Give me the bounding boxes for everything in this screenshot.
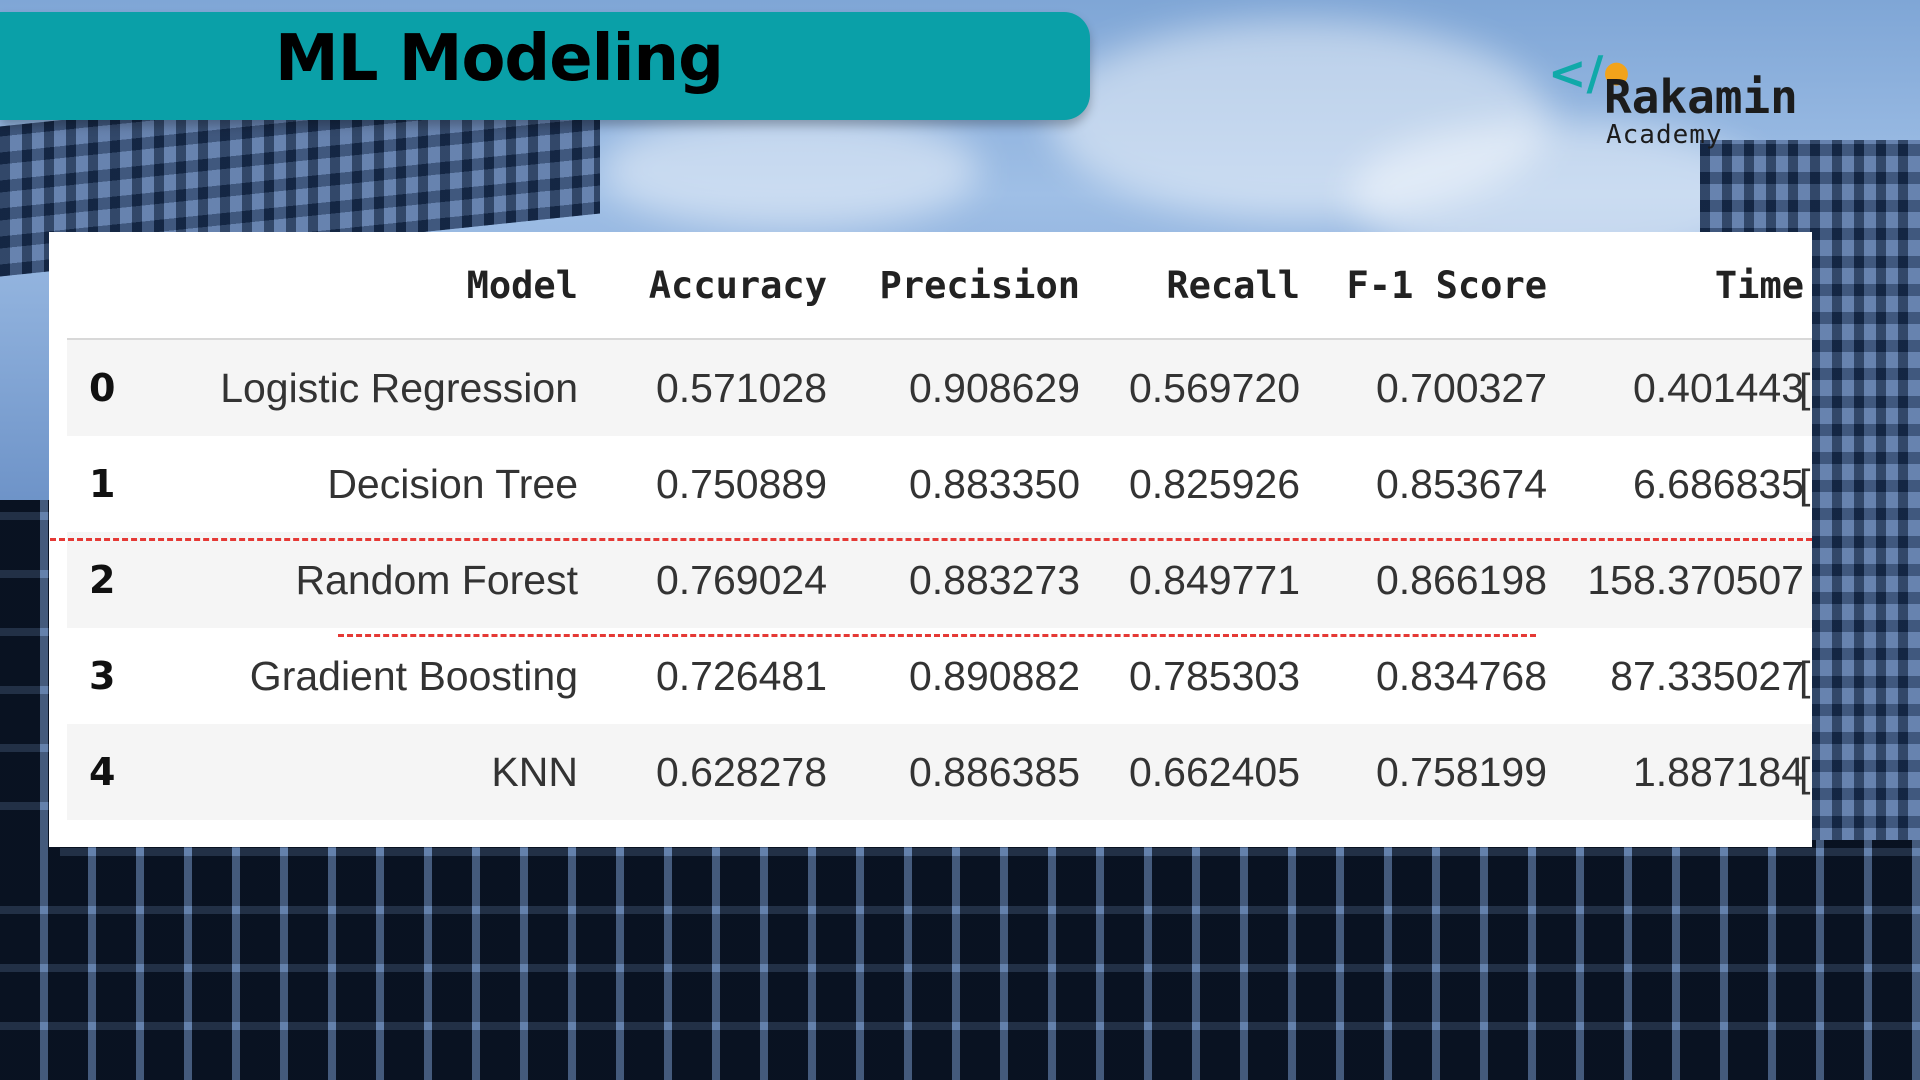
- table-row-highlighted: 2 Random Forest 0.769024 0.883273 0.8497…: [67, 532, 1812, 628]
- accuracy-cell: 0.769024: [655, 556, 827, 603]
- f1-cell: 0.866198: [1375, 556, 1547, 603]
- model-cell: Decision Tree: [327, 460, 578, 507]
- f1-cell: 0.834768: [1375, 652, 1547, 699]
- recall-cell: 0.569720: [1128, 364, 1300, 411]
- recall-cell: 0.662405: [1128, 748, 1300, 795]
- time-cell: 6.686835: [1632, 460, 1804, 507]
- truncated-column-cell: [: [1799, 652, 1811, 699]
- truncated-column-cell: [1799, 532, 1812, 628]
- column-header-f1-score: F-1 Score: [1346, 263, 1547, 307]
- logo-name: Rakamin: [1604, 70, 1798, 124]
- model-cell: Random Forest: [295, 556, 578, 603]
- accuracy-cell: 0.726481: [655, 652, 827, 699]
- row-index: 1: [89, 462, 116, 506]
- logo-subtitle: Academy: [1606, 120, 1723, 150]
- time-cell: 1.887184: [1632, 748, 1804, 795]
- page-title: ML Modeling: [275, 22, 724, 96]
- accuracy-cell: 0.628278: [655, 748, 827, 795]
- table-row: 0 Logistic Regression 0.571028 0.908629 …: [67, 340, 1812, 436]
- column-header-model: Model: [466, 263, 578, 307]
- column-header-time: Time: [1714, 263, 1804, 307]
- model-cell: Gradient Boosting: [249, 652, 578, 699]
- column-header-accuracy: Accuracy: [648, 263, 827, 307]
- recall-cell: 0.825926: [1128, 460, 1300, 507]
- table-header-row: Model Accuracy Precision Recall F-1 Scor…: [67, 232, 1812, 340]
- precision-cell: 0.908629: [908, 364, 1080, 411]
- table-row: 4 KNN 0.628278 0.886385 0.662405 0.75819…: [67, 724, 1812, 820]
- row-index: 0: [89, 366, 116, 410]
- model-cell: Logistic Regression: [220, 364, 578, 411]
- recall-cell: 0.849771: [1128, 556, 1300, 603]
- time-cell: 158.370507: [1587, 556, 1804, 603]
- truncated-column-cell: [: [1799, 748, 1811, 795]
- accuracy-cell: 0.571028: [655, 364, 827, 411]
- title-banner: ML Modeling: [0, 12, 1090, 120]
- precision-cell: 0.883273: [908, 556, 1080, 603]
- time-cell: 87.335027: [1610, 652, 1804, 699]
- highlight-dashed-line-bottom: [338, 634, 1536, 637]
- model-cell: KNN: [491, 748, 578, 795]
- column-header-recall: Recall: [1166, 263, 1300, 307]
- precision-cell: 0.886385: [908, 748, 1080, 795]
- time-cell: 0.401443: [1632, 364, 1804, 411]
- f1-cell: 0.758199: [1375, 748, 1547, 795]
- row-index: 2: [89, 558, 116, 602]
- highlight-dashed-line-top: [50, 538, 1812, 541]
- f1-cell: 0.853674: [1375, 460, 1547, 507]
- row-index: 3: [89, 654, 116, 698]
- f1-cell: 0.700327: [1375, 364, 1547, 411]
- results-table: Model Accuracy Precision Recall F-1 Scor…: [67, 232, 1812, 820]
- accuracy-cell: 0.750889: [655, 460, 827, 507]
- precision-cell: 0.890882: [908, 652, 1080, 699]
- truncated-column-cell: [: [1799, 364, 1811, 411]
- column-header-precision: Precision: [879, 263, 1080, 307]
- precision-cell: 0.883350: [908, 460, 1080, 507]
- table-row: 1 Decision Tree 0.750889 0.883350 0.8259…: [67, 436, 1812, 532]
- table-row: 3 Gradient Boosting 0.726481 0.890882 0.…: [67, 628, 1812, 724]
- row-index: 4: [89, 750, 116, 794]
- truncated-column-cell: [: [1799, 460, 1811, 507]
- recall-cell: 0.785303: [1128, 652, 1300, 699]
- brand-logo: </● Rakamin Academy: [1548, 50, 1828, 150]
